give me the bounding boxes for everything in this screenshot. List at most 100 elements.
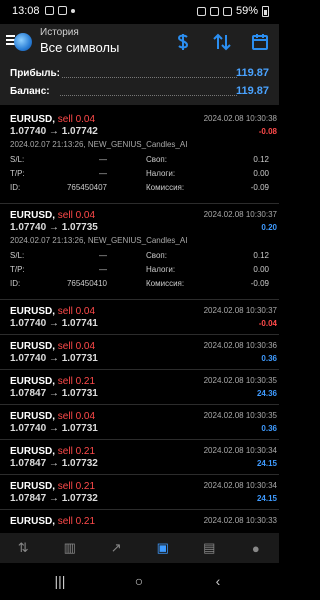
news-icon: ▤ bbox=[203, 540, 216, 555]
system-nav-bar: ||| ○ ‹ bbox=[0, 563, 279, 600]
tab-history-inbox[interactable]: ▣ bbox=[140, 533, 187, 563]
detail-label: S/L: bbox=[10, 251, 25, 260]
chart-candles-icon: ▥ bbox=[63, 540, 76, 555]
tab-trade-chart[interactable]: ↗ bbox=[93, 533, 140, 563]
calendar-icon[interactable] bbox=[249, 31, 271, 53]
trade-time: 2024.02.08 10:30:37 bbox=[203, 210, 277, 219]
trade-prices: 1.07740 → 1.07731 bbox=[10, 423, 98, 434]
trade-row[interactable]: EURUSD, sell 0.04 1.07740 → 1.07735 2024.0… bbox=[0, 204, 279, 300]
detail-label: Своп: bbox=[146, 155, 167, 164]
trade-comment: 2024.02.07 21:13:26, NEW_GENIUS_Candles_… bbox=[10, 236, 188, 245]
trade-row[interactable]: EURUSD, sell 0.21 1.07847 → 1.07732 2024.0… bbox=[0, 440, 279, 475]
profit-row: Прибыль: 119.87 bbox=[0, 65, 279, 85]
trade-symbol: EURUSD, sell 0.04 bbox=[10, 341, 95, 352]
back-icon[interactable]: ‹ bbox=[203, 571, 233, 591]
currency-icon[interactable] bbox=[172, 31, 194, 53]
detail-value: 765450410 bbox=[66, 279, 107, 288]
status-time: 13:08 bbox=[12, 5, 40, 17]
detail-value: 0.12 bbox=[253, 155, 269, 164]
symbol-label: EURUSD, bbox=[10, 516, 56, 527]
dotted-leader bbox=[60, 77, 237, 78]
trade-side: sell 0.04 bbox=[57, 341, 96, 352]
trade-list[interactable]: EURUSD, sell 0.04 1.07740 → 1.07742 2024.0… bbox=[0, 108, 279, 533]
trade-row[interactable]: EURUSD, sell 0.04 1.07740 → 1.07741 2024.0… bbox=[0, 300, 279, 335]
trade-prices: 1.07740 → 1.07741 bbox=[10, 318, 98, 329]
status-bar: 13:08 59% bbox=[0, 0, 279, 24]
tab-news[interactable]: ▤ bbox=[186, 533, 233, 563]
detail-value: — bbox=[99, 265, 107, 274]
tab-quotes[interactable]: ⇅ bbox=[0, 533, 47, 563]
signal-icon bbox=[222, 6, 232, 16]
detail-value: — bbox=[99, 155, 107, 164]
detail-value: — bbox=[99, 251, 107, 260]
trade-profit: -0.04 bbox=[258, 319, 277, 328]
whatsapp-icon bbox=[45, 6, 54, 15]
trade-side: sell 0.21 bbox=[57, 481, 96, 492]
home-icon[interactable]: ○ bbox=[124, 571, 154, 591]
recent-apps-icon[interactable]: ||| bbox=[45, 571, 75, 591]
app-bar: История Все символы bbox=[0, 24, 279, 62]
trade-row[interactable]: EURUSD, sell 0.21 1.07847 → 1.07732 2024.0… bbox=[0, 475, 279, 510]
trade-side: sell 0.21 bbox=[57, 516, 96, 527]
detail-label: Налоги: bbox=[146, 169, 176, 178]
battery-icon bbox=[262, 5, 269, 17]
sort-icon[interactable] bbox=[211, 31, 233, 53]
detail-label: Комиссия: bbox=[146, 183, 185, 192]
alarm-icon bbox=[196, 6, 206, 16]
trade-comment: 2024.02.07 21:13:26, NEW_GENIUS_Candles_… bbox=[10, 140, 188, 149]
trade-profit: 24.36 bbox=[256, 389, 277, 398]
trade-time: 2024.02.08 10:30:34 bbox=[203, 481, 277, 490]
trade-row[interactable]: EURUSD, sell 0.04 1.07740 → 1.07731 2024.0… bbox=[0, 335, 279, 370]
detail-label: T/P: bbox=[10, 265, 25, 274]
trade-symbol: EURUSD, sell 0.04 bbox=[10, 306, 95, 317]
trade-time: 2024.02.08 10:30:37 bbox=[203, 306, 277, 315]
trade-profit: 0.36 bbox=[261, 424, 277, 433]
trade-symbol: EURUSD, sell 0.21 bbox=[10, 446, 95, 457]
summary-panel: Прибыль: 119.87 Баланс: 119.87 bbox=[0, 62, 279, 105]
trade-profit: 0.20 bbox=[261, 223, 277, 232]
detail-value: 0.00 bbox=[253, 169, 269, 178]
trade-prices: 1.07740 → 1.07735 bbox=[10, 222, 98, 233]
profit-value: 119.87 bbox=[235, 67, 269, 79]
notification-dot-icon bbox=[71, 9, 75, 13]
detail-label: ID: bbox=[10, 279, 21, 288]
detail-label: Налоги: bbox=[146, 265, 176, 274]
detail-value: -0.09 bbox=[250, 279, 269, 288]
balance-row: Баланс: 119.87 bbox=[0, 83, 279, 103]
symbol-label: EURUSD, bbox=[10, 376, 56, 387]
trade-row[interactable]: EURUSD, sell 0.04 1.07740 → 1.07742 2024.0… bbox=[0, 108, 279, 204]
symbol-label: EURUSD, bbox=[10, 210, 56, 221]
trade-time: 2024.02.08 10:30:36 bbox=[203, 341, 277, 350]
balance-label: Баланс: bbox=[10, 86, 52, 97]
detail-value: — bbox=[99, 169, 107, 178]
trade-profit: 24.15 bbox=[256, 494, 277, 503]
page-title[interactable]: Все символы bbox=[40, 40, 119, 55]
trade-time: 2024.02.08 10:30:38 bbox=[203, 114, 277, 123]
trade-prices: 1.07847 → 1.07732 bbox=[10, 458, 98, 469]
wifi-icon bbox=[209, 6, 219, 16]
trade-prices: 1.07740 → 1.07742 bbox=[10, 126, 98, 137]
symbol-label: EURUSD, bbox=[10, 341, 56, 352]
trade-side: sell 0.04 bbox=[57, 411, 96, 422]
trade-prices: 1.07847 → 1.07732 bbox=[10, 493, 98, 504]
trade-row[interactable]: EURUSD, sell 0.04 1.07740 → 1.07731 2024.0… bbox=[0, 405, 279, 440]
trade-time: 2024.02.08 10:30:35 bbox=[203, 376, 277, 385]
trade-row[interactable]: EURUSD, sell 0.21 2024.02.08 10:30:33 bbox=[0, 510, 279, 533]
detail-label: ID: bbox=[10, 183, 21, 192]
trade-side: sell 0.04 bbox=[57, 210, 96, 221]
bottom-tab-bar: ⇅ ▥ ↗ ▣ ▤ ● bbox=[0, 533, 279, 563]
trade-time: 2024.02.08 10:30:34 bbox=[203, 446, 277, 455]
trade-symbol: EURUSD, sell 0.04 bbox=[10, 411, 95, 422]
symbol-label: EURUSD, bbox=[10, 446, 56, 457]
profit-label: Прибыль: bbox=[10, 68, 62, 79]
detail-value: 0.12 bbox=[253, 251, 269, 260]
tab-chart-candles[interactable]: ▥ bbox=[47, 533, 94, 563]
trade-prices: 1.07847 → 1.07731 bbox=[10, 388, 98, 399]
trade-symbol: EURUSD, sell 0.21 bbox=[10, 516, 95, 527]
symbol-label: EURUSD, bbox=[10, 306, 56, 317]
trade-row[interactable]: EURUSD, sell 0.21 1.07847 → 1.07731 2024.0… bbox=[0, 370, 279, 405]
menu-button[interactable] bbox=[6, 29, 32, 55]
battery-percent: 59% bbox=[235, 5, 258, 17]
detail-value: 765450407 bbox=[66, 183, 107, 192]
tab-messages[interactable]: ● bbox=[233, 533, 280, 563]
